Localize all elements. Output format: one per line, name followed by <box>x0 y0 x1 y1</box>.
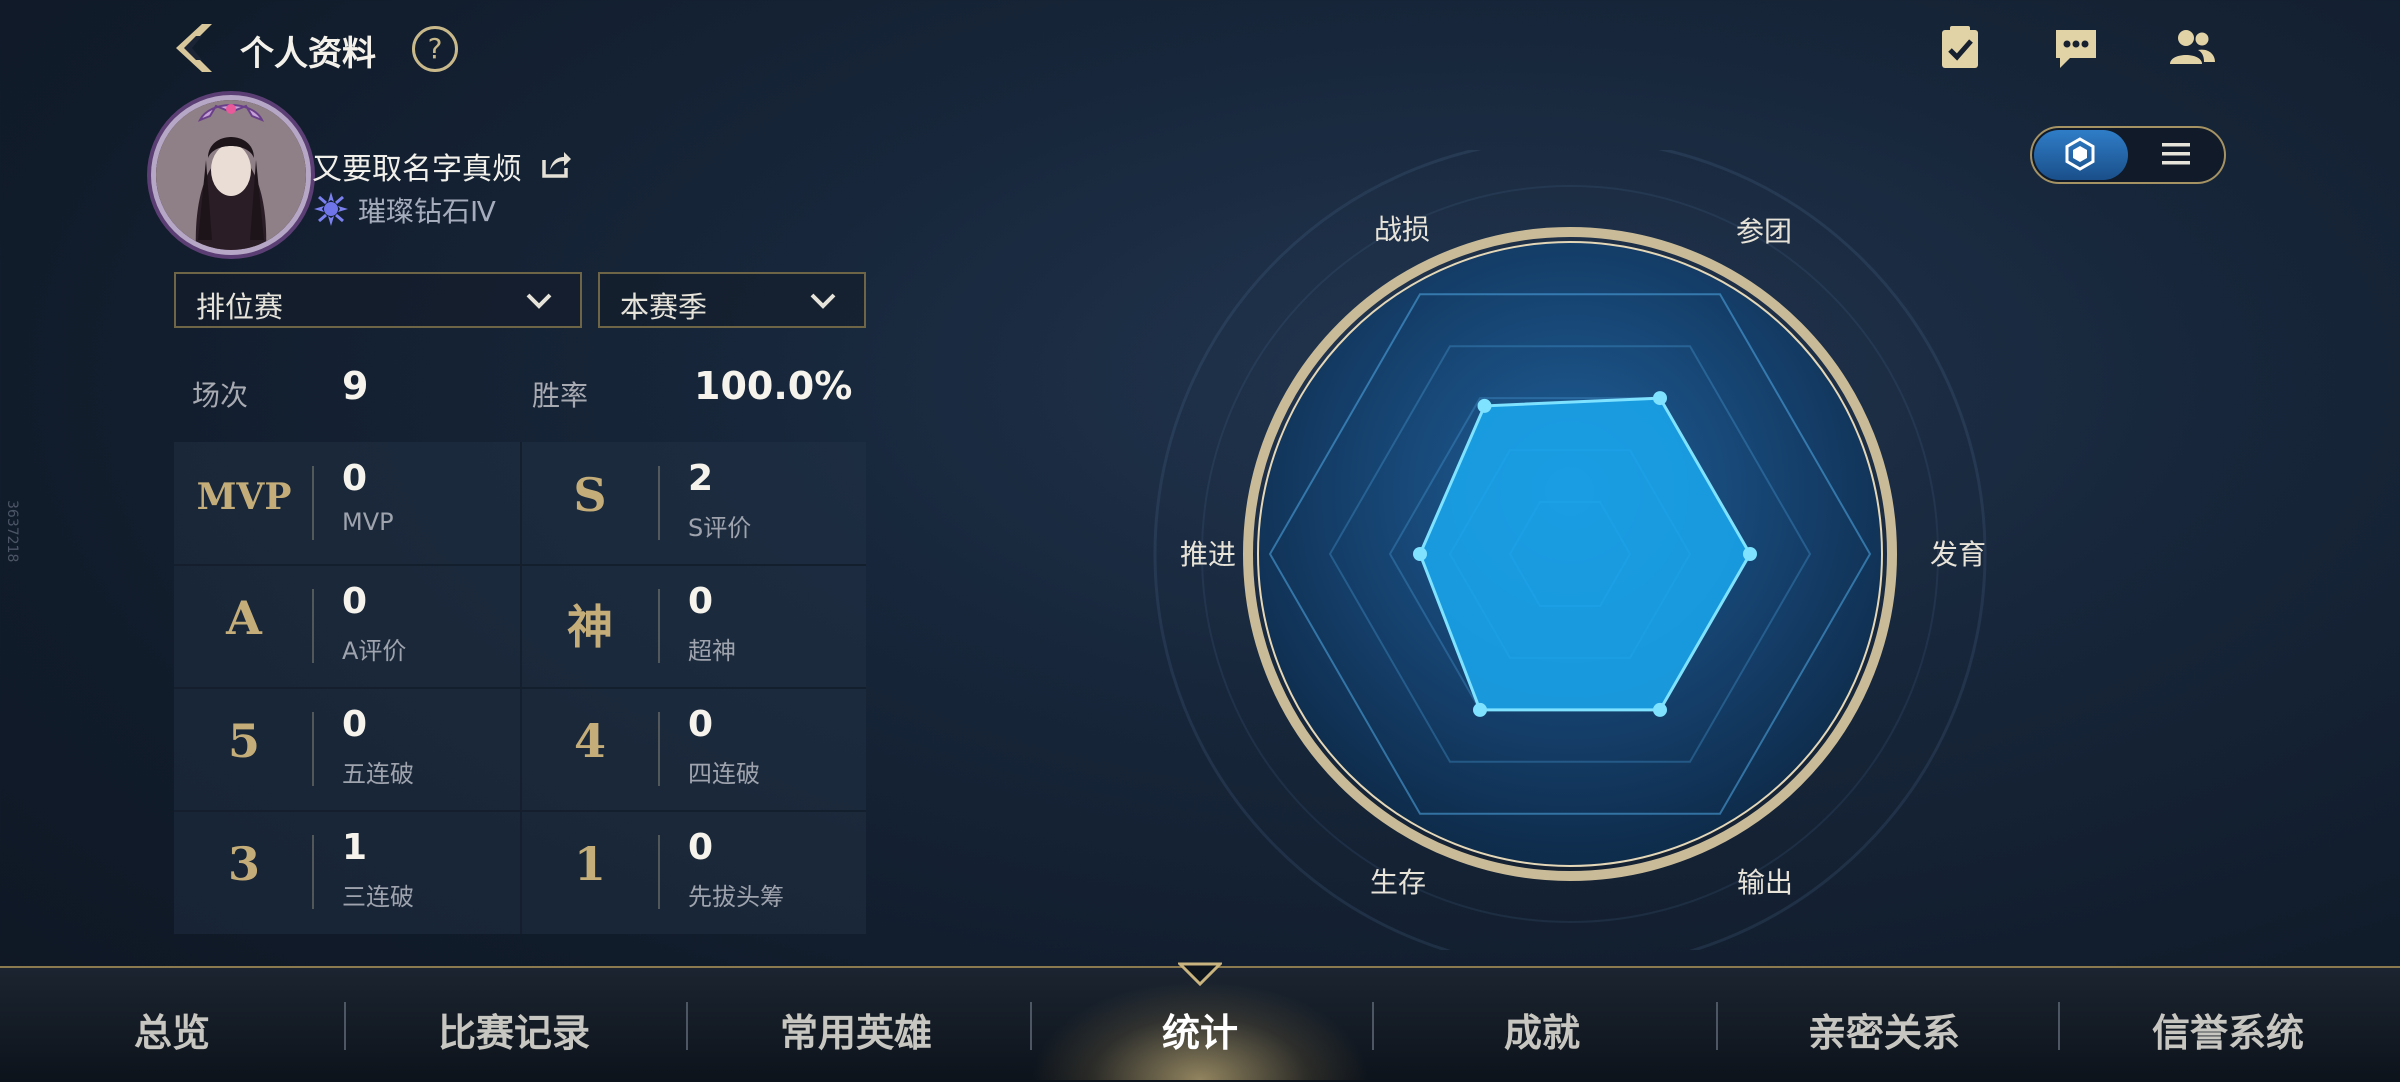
stat-cell-mvp: MVP 0 MVP <box>174 442 520 565</box>
season-dropdown-value: 本赛季 <box>620 290 708 324</box>
season-dropdown[interactable]: 本赛季 <box>598 272 866 328</box>
s-rating-icon: S <box>573 468 607 522</box>
rank-label: 璀璨钻石Ⅳ <box>358 195 496 228</box>
radar-point-3 <box>1473 702 1487 717</box>
chat-message-icon <box>2056 30 2096 68</box>
stat-label: 超神 <box>688 637 736 665</box>
help-button[interactable]: ? <box>412 26 458 72</box>
stat-cell-a: A 0 A评价 <box>174 565 520 688</box>
radar-label-shengcun: 生存 <box>1370 866 1426 899</box>
radar-label-tuijin: 推进 <box>1180 538 1236 571</box>
stat-cell-quadra: 4 0 四连破 <box>520 688 866 811</box>
radar-point-5 <box>1477 398 1492 413</box>
chevron-down-icon <box>810 293 836 309</box>
stat-value: 0 <box>342 704 368 745</box>
stat-value: 2 <box>688 458 714 499</box>
stat-label: MVP <box>342 508 394 536</box>
stat-label: A评价 <box>342 637 407 665</box>
radar-svg: 战损 参团 发育 输出 生存 推进 <box>1153 137 1987 971</box>
radar-point-4 <box>1413 547 1427 561</box>
active-tab-pointer-icon <box>1176 962 1224 988</box>
friends-icon <box>2170 30 2215 64</box>
chat-message-button[interactable] <box>2052 24 2100 72</box>
hexagon-icon[interactable] <box>2062 136 2098 172</box>
mode-dropdown[interactable]: 排位赛 <box>174 272 582 328</box>
first-blood-icon: 1 <box>573 837 606 891</box>
a-rating-icon: A <box>226 591 262 645</box>
tab-match-history[interactable]: 比赛记录 <box>394 1002 634 1057</box>
radar-chart: 战损 参团 发育 输出 生存 推进 <box>1100 137 2040 971</box>
page-title: 个人资料 <box>240 34 376 74</box>
username: 又要取名字真烦 <box>312 152 522 187</box>
friends-button[interactable] <box>2168 24 2216 72</box>
radar-point-0 <box>1653 391 1667 406</box>
stat-value: 0 <box>688 581 714 622</box>
stat-cell-first-blood: 1 0 先拔头筹 <box>520 811 866 934</box>
matches-label: 场次 <box>192 379 249 412</box>
radar-label-shuchu: 输出 <box>1737 866 1793 899</box>
rank-diamond-icon <box>312 190 350 228</box>
radar-point-1 <box>1743 547 1757 561</box>
stat-cell-s: S 2 S评价 <box>520 442 866 565</box>
radar-point-2 <box>1653 702 1667 717</box>
tab-common-heroes[interactable]: 常用英雄 <box>736 1002 976 1057</box>
godlike-icon: 神 <box>567 600 613 654</box>
radar-label-fayu: 发育 <box>1930 538 1986 571</box>
stat-value: 0 <box>688 827 714 868</box>
winrate-value: 100.0% <box>694 364 853 408</box>
view-toggle[interactable] <box>2030 126 2226 184</box>
avatar-frame-ornament <box>196 96 266 124</box>
back-arrow-icon <box>176 24 212 72</box>
tab-overview[interactable]: 总览 <box>52 1002 292 1057</box>
stat-cell-godlike: 神 0 超神 <box>520 565 866 688</box>
stats-grid: MVP 0 MVP S 2 S评价 A 0 A评价 神 0 超神 5 0 五连破… <box>174 442 866 934</box>
radar-label-zhansun: 战损 <box>1374 213 1430 246</box>
list-icon[interactable] <box>2160 140 2192 168</box>
stat-value: 1 <box>342 827 368 868</box>
tab-reputation[interactable]: 信誉系统 <box>2108 1002 2348 1057</box>
mvp-icon: MVP <box>196 476 292 518</box>
triple-kill-icon: 3 <box>227 837 260 891</box>
share-icon <box>542 152 571 178</box>
tab-relationships[interactable]: 亲密关系 <box>1764 1002 2004 1057</box>
matches-value: 9 <box>342 364 369 408</box>
share-button[interactable] <box>540 148 572 180</box>
tab-statistics[interactable]: 统计 <box>1080 1002 1320 1057</box>
task-checklist-button[interactable] <box>1936 24 1984 72</box>
stat-label: 三连破 <box>342 883 414 911</box>
penta-kill-icon: 5 <box>227 714 260 768</box>
mode-dropdown-value: 排位赛 <box>196 290 284 324</box>
stat-cell-penta: 5 0 五连破 <box>174 688 520 811</box>
stat-value: 0 <box>688 704 714 745</box>
stat-label: 四连破 <box>688 760 760 788</box>
back-button[interactable] <box>166 20 222 76</box>
stat-value: 0 <box>342 458 368 499</box>
stat-label: 五连破 <box>342 760 414 788</box>
task-checklist-icon <box>1942 26 1978 68</box>
chevron-down-icon <box>526 293 552 309</box>
stat-label: S评价 <box>688 514 752 542</box>
tab-achievements[interactable]: 成就 <box>1422 1002 1662 1057</box>
side-id-text: 3637218 <box>4 500 20 563</box>
stat-value: 0 <box>342 581 368 622</box>
quadra-kill-icon: 4 <box>573 714 606 768</box>
stat-label: 先拔头筹 <box>688 883 784 911</box>
winrate-label: 胜率 <box>532 379 589 412</box>
stat-cell-triple: 3 1 三连破 <box>174 811 520 934</box>
radar-label-cantuan: 参团 <box>1736 215 1792 248</box>
